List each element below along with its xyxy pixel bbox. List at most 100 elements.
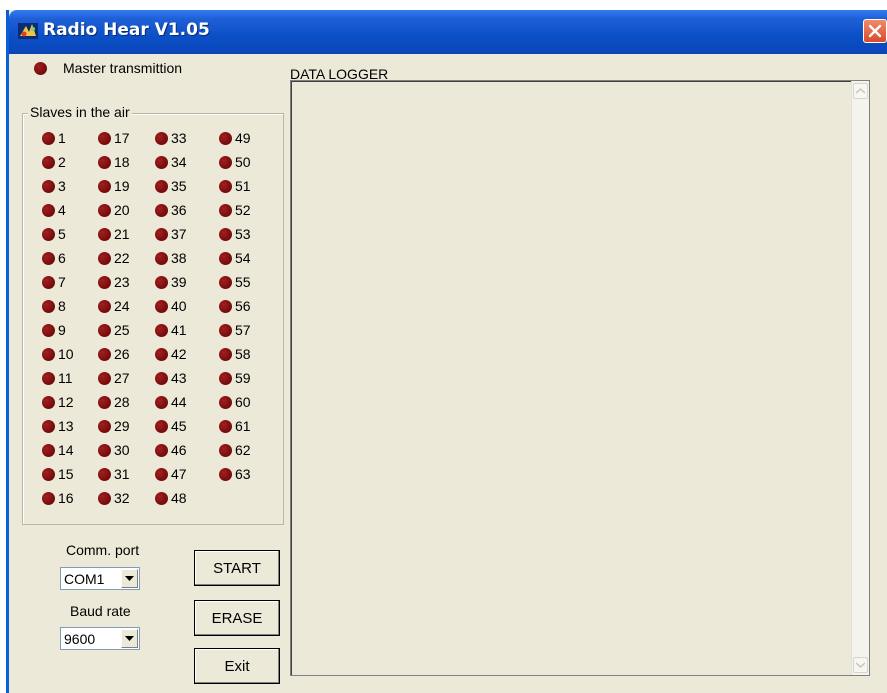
led-indicator-icon xyxy=(219,155,232,169)
slave-number: 56 xyxy=(235,298,251,314)
led-indicator-icon xyxy=(98,155,111,169)
slave-indicator: 53 xyxy=(219,226,251,242)
slave-indicator: 27 xyxy=(98,370,130,386)
scroll-down-button[interactable] xyxy=(853,657,868,673)
chevron-down-icon xyxy=(125,576,134,581)
comm-port-dropdown-button[interactable] xyxy=(121,569,138,588)
baud-rate-dropdown-button[interactable] xyxy=(121,629,138,648)
slave-indicator: 8 xyxy=(42,298,66,314)
slave-number: 20 xyxy=(114,202,130,218)
slave-indicator: 36 xyxy=(155,202,187,218)
slave-indicator: 37 xyxy=(155,226,187,242)
slave-number: 53 xyxy=(235,226,251,242)
led-indicator-icon xyxy=(219,467,232,481)
comm-port-select[interactable]: COM1 xyxy=(60,567,140,590)
close-button[interactable] xyxy=(863,19,887,43)
led-indicator-icon xyxy=(42,347,55,361)
led-indicator-icon xyxy=(98,491,111,505)
master-transmission-indicator: Master transmittion xyxy=(34,60,182,76)
slave-indicator: 60 xyxy=(219,394,251,410)
window-title: Radio Hear V1.05 xyxy=(43,20,210,40)
led-indicator-icon xyxy=(98,347,111,361)
slave-indicator: 15 xyxy=(42,466,74,482)
slave-indicator: 50 xyxy=(219,154,251,170)
slave-number: 1 xyxy=(58,130,66,146)
slave-number: 38 xyxy=(171,250,187,266)
data-logger-textarea[interactable] xyxy=(290,80,870,676)
erase-button[interactable]: ERASE xyxy=(194,600,280,636)
led-indicator-icon xyxy=(98,323,111,337)
led-indicator-icon xyxy=(155,347,168,361)
led-indicator-icon xyxy=(155,275,168,289)
slave-number: 11 xyxy=(58,370,73,386)
slave-indicator: 61 xyxy=(219,418,251,434)
title-bar[interactable]: Radio Hear V1.05 xyxy=(9,10,887,54)
led-indicator-icon xyxy=(155,299,168,313)
slave-indicator: 52 xyxy=(219,202,251,218)
led-indicator-icon xyxy=(98,371,111,385)
led-indicator-icon xyxy=(155,371,168,385)
slave-indicator: 9 xyxy=(42,322,66,338)
led-indicator-icon xyxy=(42,155,55,169)
slave-number: 45 xyxy=(171,418,187,434)
logger-scrollbar[interactable] xyxy=(851,81,869,675)
slave-number: 58 xyxy=(235,346,251,362)
start-button[interactable]: START xyxy=(194,550,280,586)
led-indicator-icon xyxy=(42,203,55,217)
led-indicator-icon xyxy=(42,275,55,289)
led-indicator-icon xyxy=(155,179,168,193)
led-indicator-icon xyxy=(98,227,111,241)
led-indicator-icon xyxy=(219,395,232,409)
led-indicator-icon xyxy=(98,251,111,265)
slave-indicator: 35 xyxy=(155,178,187,194)
slave-number: 25 xyxy=(114,322,130,338)
slave-number: 50 xyxy=(235,154,251,170)
slave-indicator: 7 xyxy=(42,274,66,290)
led-indicator-icon xyxy=(42,395,55,409)
slave-number: 31 xyxy=(114,466,130,482)
slave-indicator: 1 xyxy=(42,130,66,146)
slave-indicator: 58 xyxy=(219,346,251,362)
slave-number: 51 xyxy=(235,178,251,194)
slave-number: 14 xyxy=(58,442,74,458)
led-indicator-icon xyxy=(42,491,55,505)
slave-number: 22 xyxy=(114,250,130,266)
led-indicator-icon xyxy=(42,443,55,457)
led-indicator-icon xyxy=(219,371,232,385)
led-indicator-icon xyxy=(42,251,55,265)
baud-rate-select[interactable]: 9600 xyxy=(60,627,140,650)
slave-indicator: 5 xyxy=(42,226,66,242)
slave-number: 21 xyxy=(114,226,130,242)
led-indicator-icon xyxy=(98,179,111,193)
slave-indicator: 14 xyxy=(42,442,74,458)
scroll-up-button[interactable] xyxy=(853,83,868,99)
comm-port-value: COM1 xyxy=(64,571,105,587)
slave-number: 40 xyxy=(171,298,187,314)
slave-indicator: 17 xyxy=(98,130,130,146)
slave-number: 30 xyxy=(114,442,130,458)
led-indicator-icon xyxy=(42,131,55,145)
led-indicator-icon xyxy=(98,419,111,433)
led-indicator-icon xyxy=(155,203,168,217)
slave-indicator: 6 xyxy=(42,250,66,266)
slave-indicator: 10 xyxy=(42,346,74,362)
slave-indicator: 41 xyxy=(155,322,187,338)
led-indicator-icon xyxy=(155,155,168,169)
slave-indicator: 25 xyxy=(98,322,130,338)
slave-indicator: 20 xyxy=(98,202,130,218)
slave-number: 54 xyxy=(235,250,251,266)
slave-number: 4 xyxy=(58,202,66,218)
slave-number: 52 xyxy=(235,202,251,218)
slave-number: 13 xyxy=(58,418,74,434)
led-indicator-icon xyxy=(155,419,168,433)
exit-button[interactable]: Exit xyxy=(194,648,280,684)
slave-number: 29 xyxy=(114,418,130,434)
slave-number: 27 xyxy=(114,370,130,386)
slave-number: 42 xyxy=(171,346,187,362)
led-indicator-icon xyxy=(42,371,55,385)
slave-indicator: 56 xyxy=(219,298,251,314)
slave-number: 18 xyxy=(114,154,130,170)
led-indicator-icon xyxy=(155,131,168,145)
slave-number: 57 xyxy=(235,322,251,338)
slave-indicator: 16 xyxy=(42,490,74,506)
